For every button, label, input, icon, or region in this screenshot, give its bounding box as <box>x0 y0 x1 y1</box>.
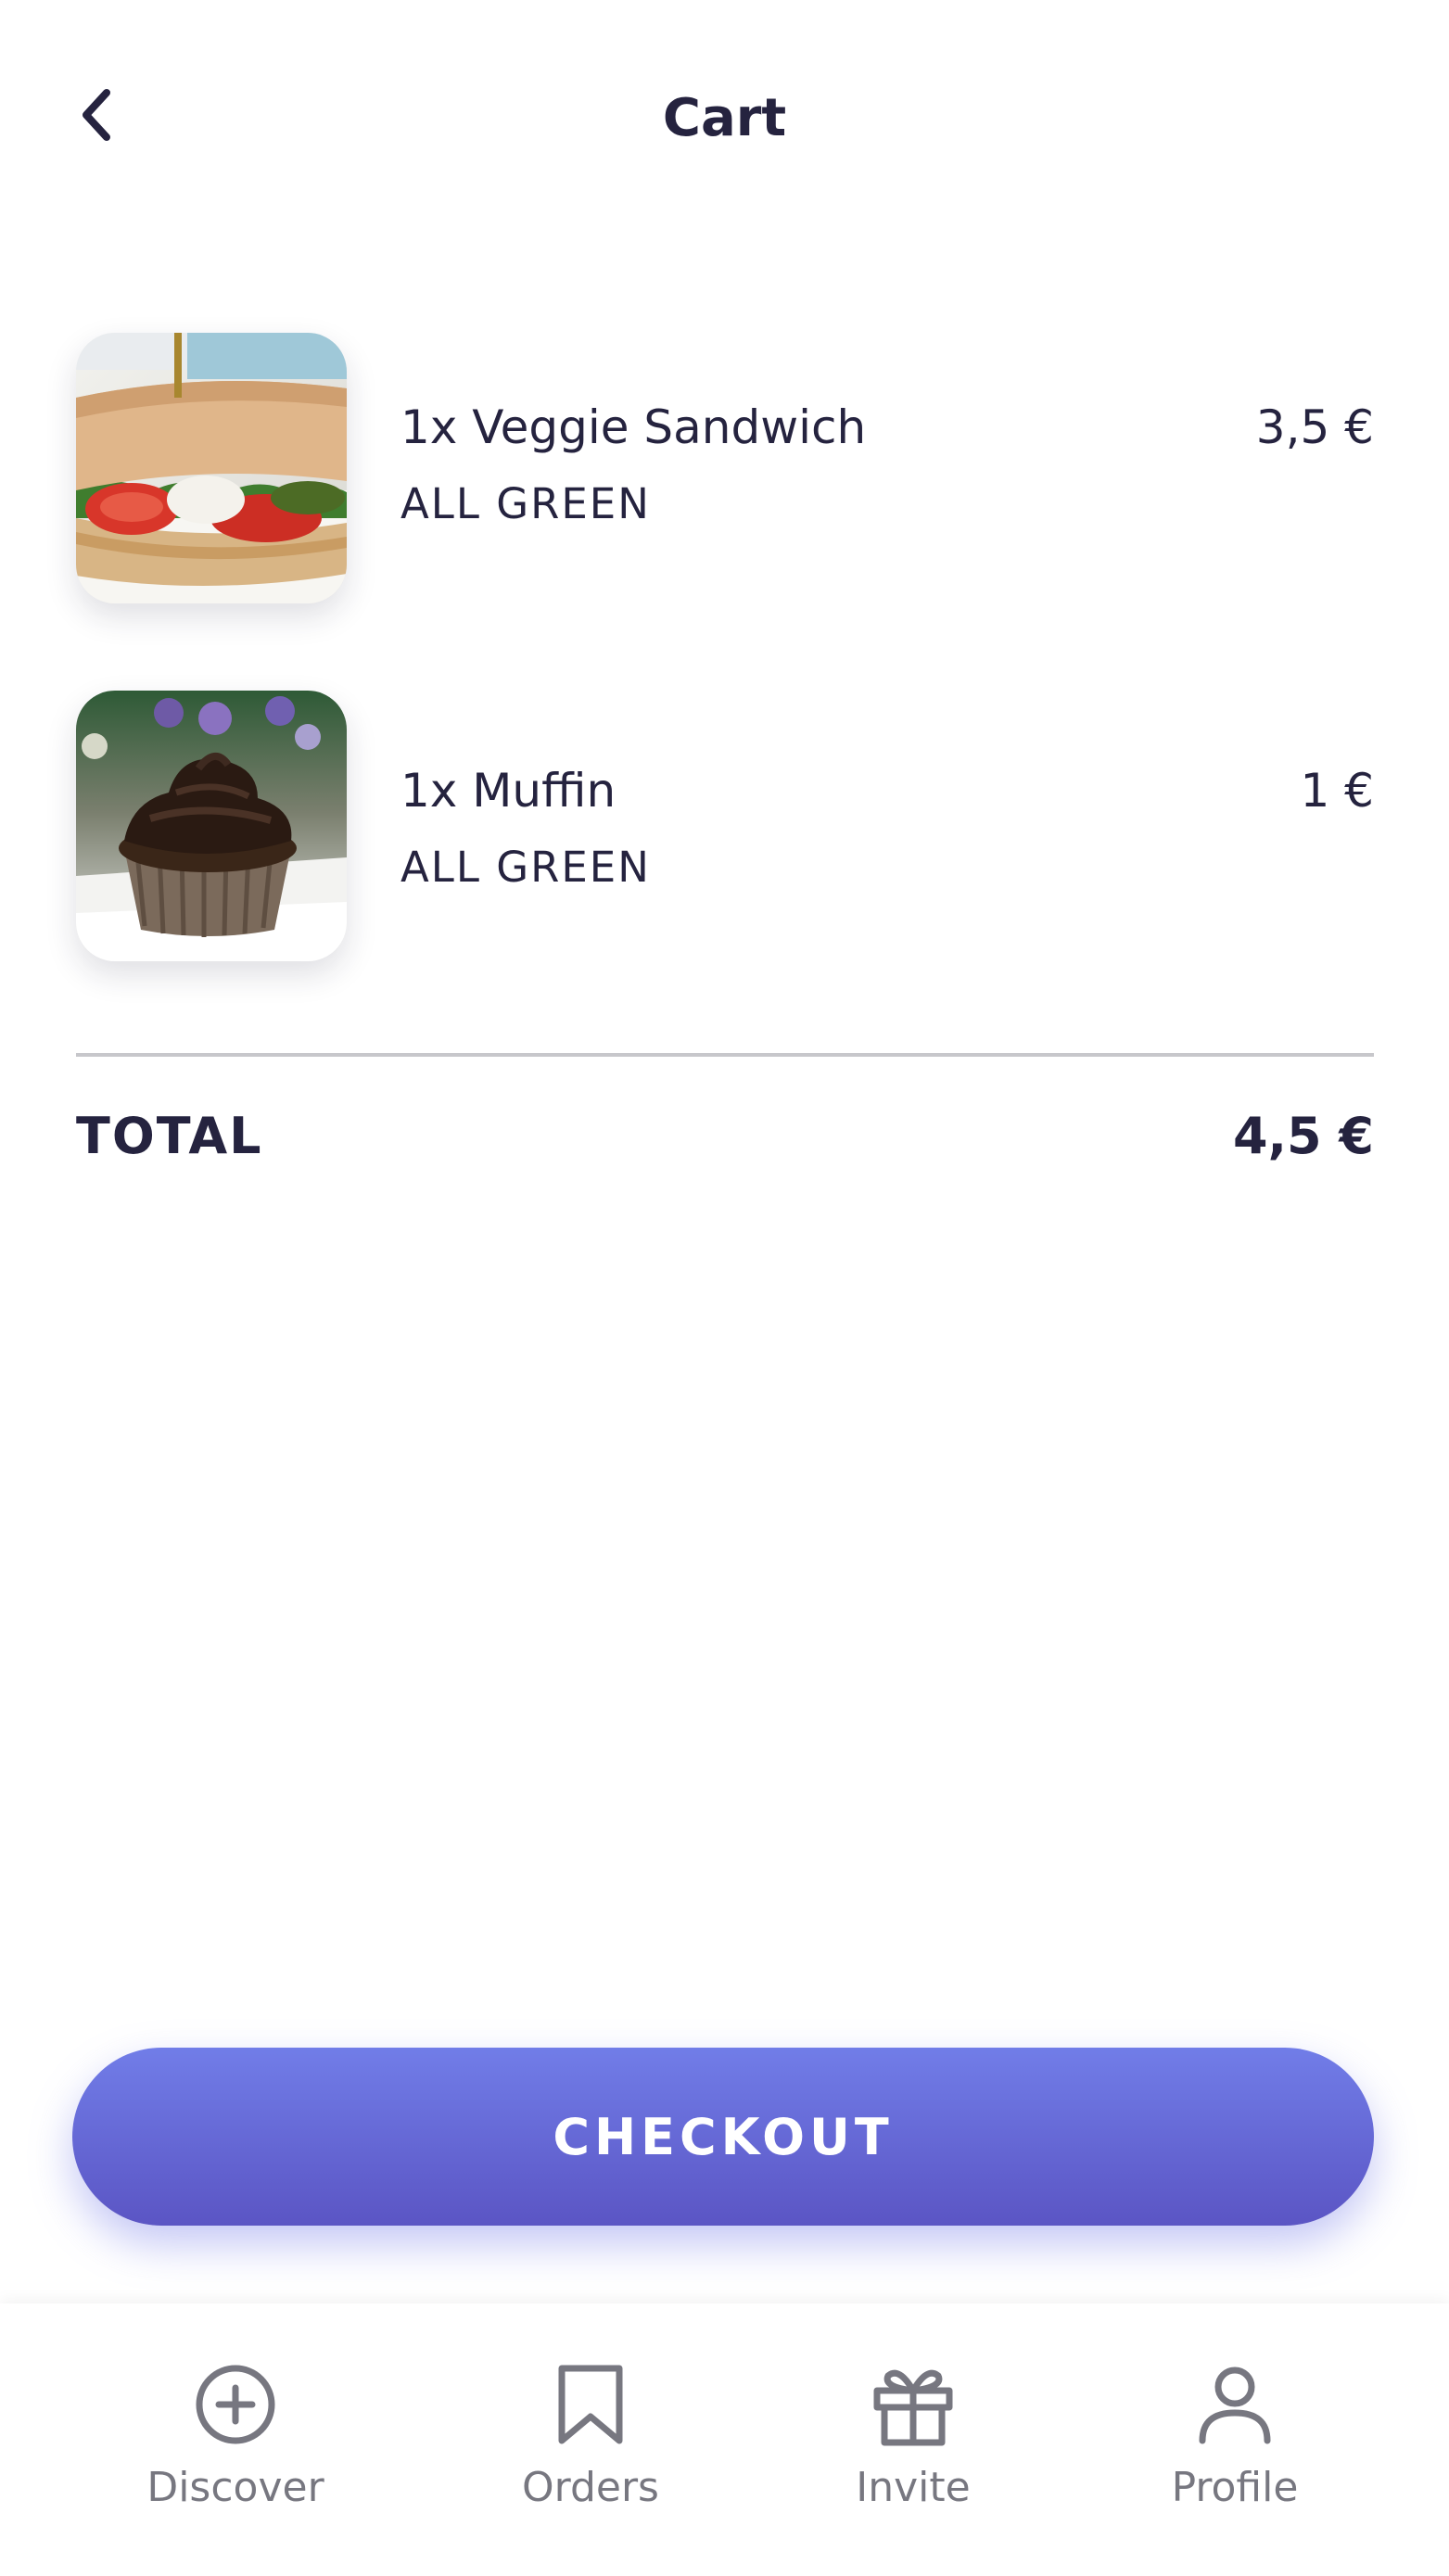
tab-profile[interactable]: Profile <box>1096 2303 1374 2576</box>
checkout-button[interactable]: CHECKOUT <box>72 2048 1374 2226</box>
muffin-image <box>76 691 347 961</box>
tab-label: Orders <box>522 2464 659 2511</box>
checkout-label: CHECKOUT <box>553 2107 894 2166</box>
item-name: 1x Veggie Sandwich <box>400 400 867 454</box>
gift-icon <box>871 2363 955 2446</box>
tab-discover[interactable]: Discover <box>96 2303 375 2576</box>
item-vendor: ALL GREEN <box>400 479 651 528</box>
veggie-sandwich-image <box>76 333 347 603</box>
item-price: 3,5 € <box>1255 400 1374 454</box>
divider <box>76 1053 1374 1057</box>
total-value: 4,5 € <box>1232 1107 1374 1165</box>
cart-item-muffin[interactable]: 1x Muffin ALL GREEN 1 € <box>76 691 1374 961</box>
item-name: 1x Muffin <box>400 764 616 818</box>
plus-circle-icon <box>194 2363 277 2446</box>
tab-label: Invite <box>856 2464 971 2511</box>
cart-item-veggie-sandwich[interactable]: 1x Veggie Sandwich ALL GREEN 3,5 € <box>76 333 1374 603</box>
item-price: 1 € <box>1300 764 1374 818</box>
item-vendor: ALL GREEN <box>400 843 651 892</box>
total-label: TOTAL <box>76 1107 263 1165</box>
tab-invite[interactable]: Invite <box>774 2303 1052 2576</box>
bookmark-icon <box>549 2363 632 2446</box>
tab-orders[interactable]: Orders <box>451 2303 730 2576</box>
user-icon <box>1193 2363 1277 2446</box>
tab-label: Profile <box>1171 2464 1299 2511</box>
bottom-tab-bar: Discover Orders Invite Profile <box>0 2303 1449 2576</box>
page-title: Cart <box>662 88 787 148</box>
tab-label: Discover <box>146 2464 324 2511</box>
